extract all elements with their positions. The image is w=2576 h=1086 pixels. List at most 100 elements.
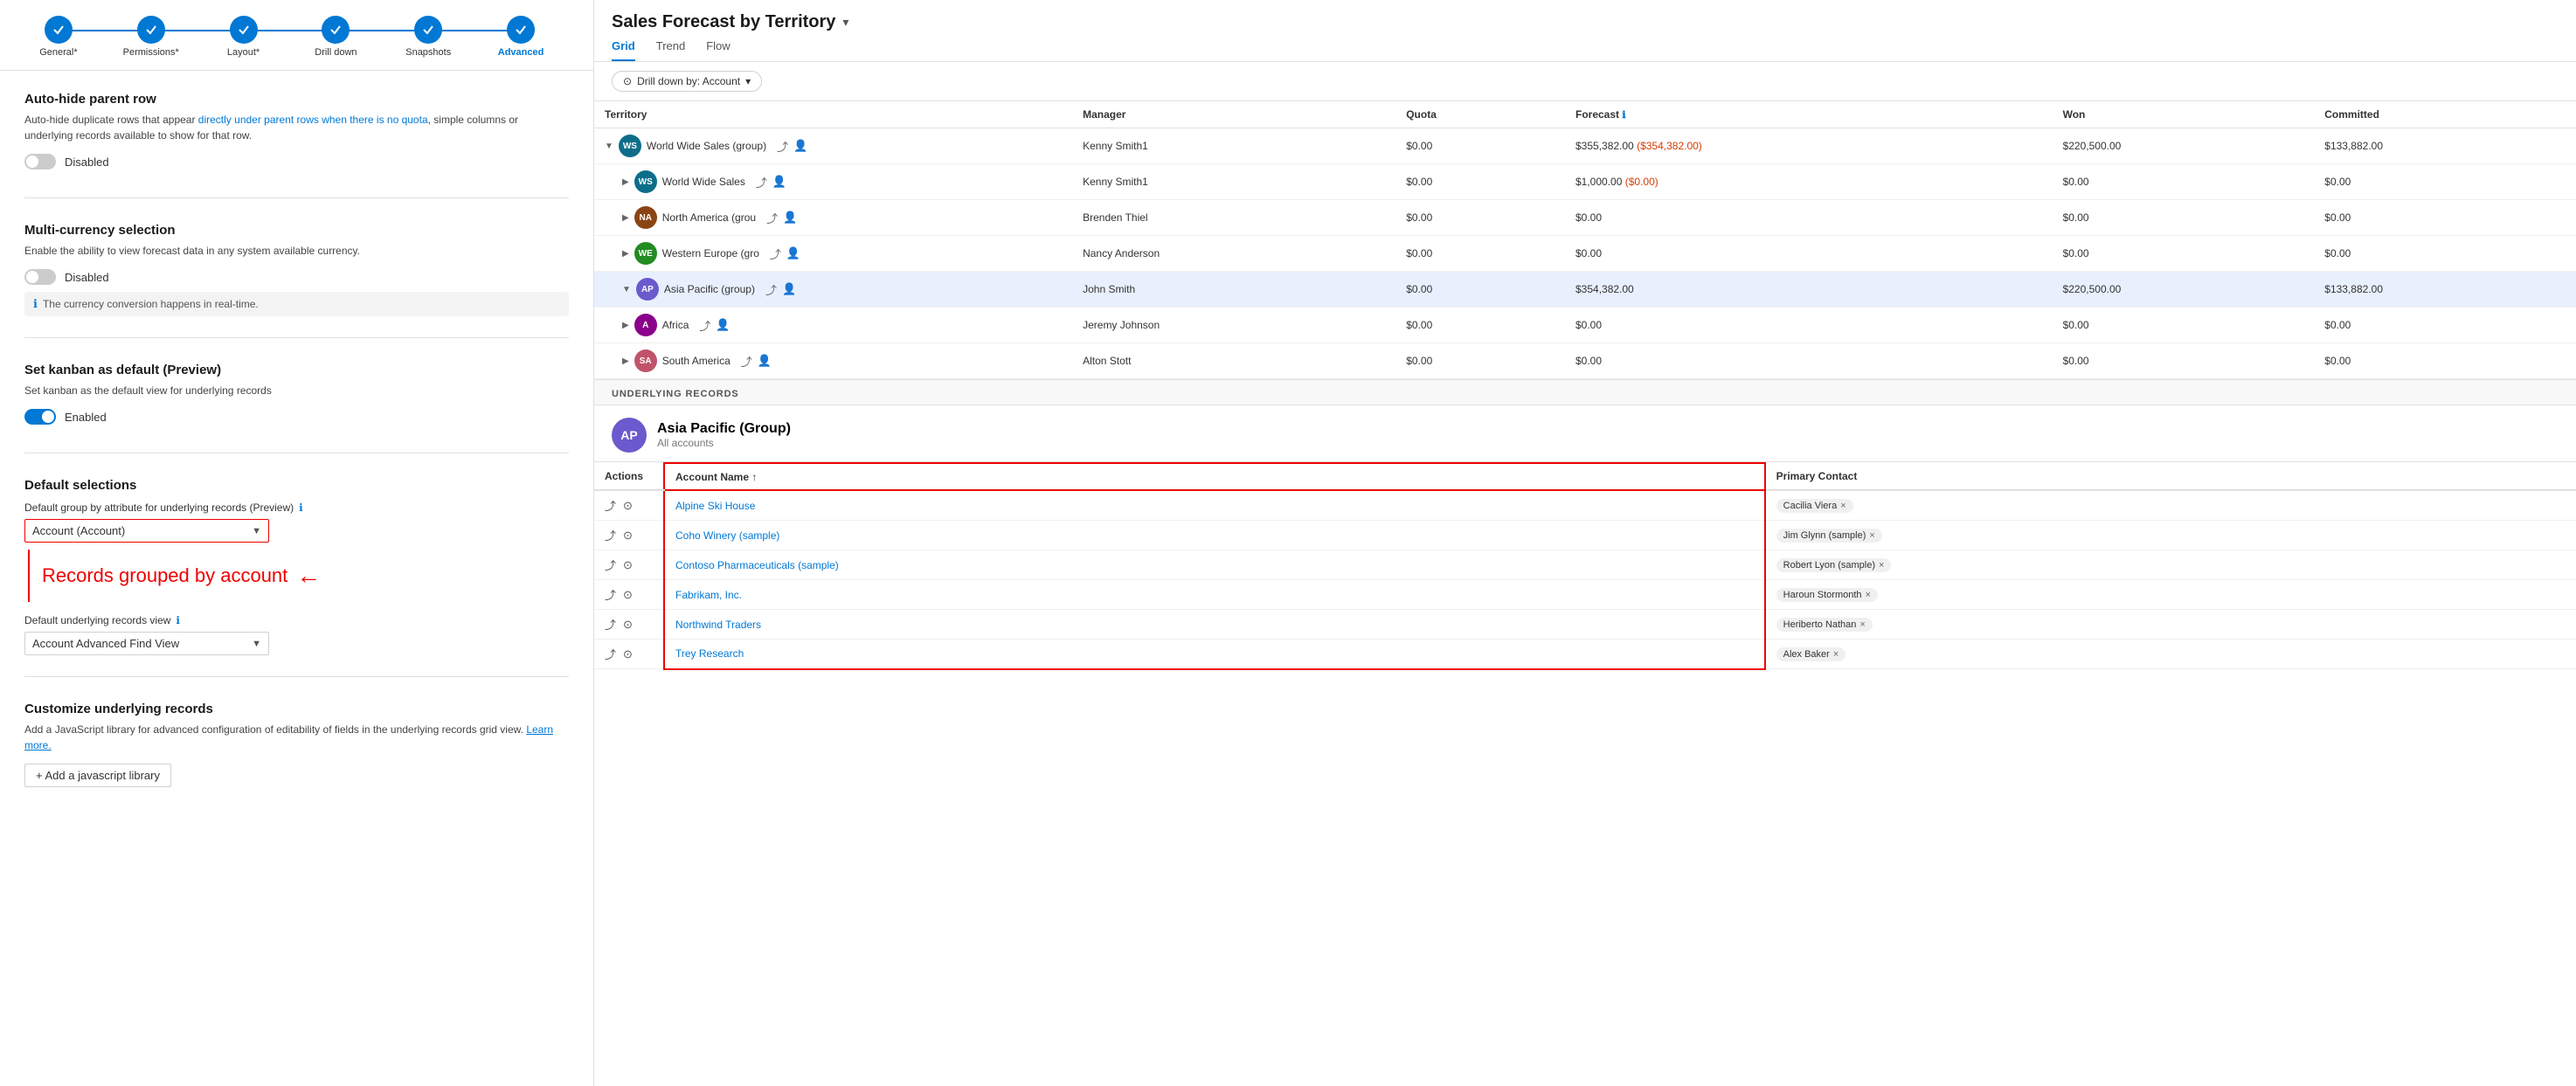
record-account-name[interactable]: Trey Research xyxy=(664,640,1765,669)
account-name-link[interactable]: Alpine Ski House xyxy=(675,500,755,512)
territory-cell-wws-group: ▼ WS World Wide Sales (group) ⤴ 👤 xyxy=(594,128,1072,164)
step-circle-advanced xyxy=(507,16,535,44)
account-name-link[interactable]: Coho Winery (sample) xyxy=(675,529,779,542)
multi-currency-toggle[interactable] xyxy=(24,269,56,285)
share-icon-africa[interactable]: ⤴ xyxy=(699,317,710,334)
record-more-icon[interactable]: ⊙ xyxy=(623,499,633,513)
records-table-header: Actions Account Name ↑ Primary Contact xyxy=(594,463,2576,490)
won-wws: $0.00 xyxy=(2053,164,2315,200)
share-icon-sa[interactable]: ⤴ xyxy=(741,353,752,370)
record-more-icon[interactable]: ⊙ xyxy=(623,618,633,632)
underlying-header: AP Asia Pacific (Group) All accounts xyxy=(594,405,2576,462)
tab-flow[interactable]: Flow xyxy=(706,39,730,61)
tab-grid[interactable]: Grid xyxy=(612,39,635,61)
forecast-wws-group: $355,382.00 ($354,382.00) xyxy=(1565,128,2053,164)
territory-name-we-group: Western Europe (gro xyxy=(662,247,759,259)
manager-ap-group: John Smith xyxy=(1072,272,1395,308)
record-more-icon[interactable]: ⊙ xyxy=(623,558,633,572)
contact-remove-btn[interactable]: × xyxy=(1869,530,1874,541)
underlying-group-name: Asia Pacific (Group) xyxy=(657,421,791,437)
wizard-steps: General* Permissions* Layout* Drill down… xyxy=(0,0,593,71)
contact-remove-btn[interactable]: × xyxy=(1859,619,1865,630)
record-more-icon[interactable]: ⊙ xyxy=(623,647,633,661)
wizard-step-general[interactable]: General* xyxy=(12,16,105,58)
forecast-row-we-group: ▶ WE Western Europe (gro ⤴ 👤 Nancy Ander… xyxy=(594,236,2576,272)
account-name-link[interactable]: Contoso Pharmaceuticals (sample) xyxy=(675,559,839,571)
group-dropdown[interactable]: Account (Account) ▼ xyxy=(24,519,269,543)
manager-na-group: Brenden Thiel xyxy=(1072,200,1395,236)
kanban-toggle[interactable] xyxy=(24,409,56,425)
contact-remove-btn[interactable]: × xyxy=(1879,560,1884,571)
quota-africa: $0.00 xyxy=(1395,308,1565,343)
customize-section: Customize underlying records Add a JavaS… xyxy=(24,702,569,808)
record-account-name[interactable]: Northwind Traders xyxy=(664,610,1765,640)
tab-trend[interactable]: Trend xyxy=(656,39,685,61)
record-row: ⤴ ⊙ Contoso Pharmaceuticals (sample) Rob… xyxy=(594,550,2576,580)
forecast-row-wws-group: ▼ WS World Wide Sales (group) ⤴ 👤 Kenny … xyxy=(594,128,2576,164)
records-table: Actions Account Name ↑ Primary Contact ⤴… xyxy=(594,462,2576,670)
record-account-name[interactable]: Coho Winery (sample) xyxy=(664,521,1765,550)
contact-remove-btn[interactable]: × xyxy=(1866,590,1871,600)
quota-wws-group: $0.00 xyxy=(1395,128,1565,164)
account-name-link[interactable]: Trey Research xyxy=(675,647,744,660)
col-committed: Committed xyxy=(2314,101,2576,128)
record-account-name[interactable]: Contoso Pharmaceuticals (sample) xyxy=(664,550,1765,580)
record-open-icon[interactable]: ⤴ xyxy=(605,497,616,514)
expand-sa[interactable]: ▶ xyxy=(622,356,629,366)
territory-name-wws: World Wide Sales xyxy=(662,176,745,188)
person-icon-na-group[interactable]: 👤 xyxy=(783,211,797,225)
add-javascript-button[interactable]: + Add a javascript library xyxy=(24,764,171,787)
expand-we-group[interactable]: ▶ xyxy=(622,249,629,259)
record-account-name[interactable]: Fabrikam, Inc. xyxy=(664,580,1765,610)
share-icon-wws-group[interactable]: ⤴ xyxy=(777,138,788,155)
share-icon-na-group[interactable]: ⤴ xyxy=(766,210,778,226)
record-open-icon[interactable]: ⤴ xyxy=(605,586,616,603)
col-forecast: Forecast ℹ xyxy=(1565,101,2053,128)
drill-down-button[interactable]: ⊙ Drill down by: Account ▾ xyxy=(612,71,762,92)
expand-ap-group[interactable]: ▼ xyxy=(622,285,631,294)
person-icon-africa[interactable]: 👤 xyxy=(716,318,730,332)
wizard-step-layout[interactable]: Layout* xyxy=(197,16,290,58)
person-icon-we-group[interactable]: 👤 xyxy=(786,246,800,260)
person-icon-sa[interactable]: 👤 xyxy=(758,354,772,368)
record-more-icon[interactable]: ⊙ xyxy=(623,588,633,602)
record-open-icon[interactable]: ⤴ xyxy=(605,616,616,633)
share-icon-we-group[interactable]: ⤴ xyxy=(770,246,781,262)
group-dropdown-arrow: ▼ xyxy=(252,526,261,536)
account-name-link[interactable]: Fabrikam, Inc. xyxy=(675,589,742,601)
account-name-link[interactable]: Northwind Traders xyxy=(675,619,761,631)
auto-hide-toggle[interactable] xyxy=(24,154,56,169)
forecast-title-chevron[interactable]: ▾ xyxy=(842,15,848,30)
committed-ap-group: $133,882.00 xyxy=(2314,272,2576,308)
contact-remove-btn[interactable]: × xyxy=(1833,649,1839,660)
expand-africa[interactable]: ▶ xyxy=(622,321,629,330)
person-icon-wws[interactable]: 👤 xyxy=(772,175,786,189)
record-row: ⤴ ⊙ Trey Research Alex Baker × xyxy=(594,640,2576,669)
contact-remove-btn[interactable]: × xyxy=(1840,501,1845,511)
person-icon-ap-group[interactable]: 👤 xyxy=(782,282,796,296)
default-selections-title: Default selections xyxy=(24,478,569,493)
manager-sa: Alton Stott xyxy=(1072,343,1395,379)
wizard-step-drilldown[interactable]: Drill down xyxy=(289,16,382,58)
wizard-step-advanced[interactable]: Advanced xyxy=(474,16,567,58)
view-dropdown[interactable]: Account Advanced Find View ▼ xyxy=(24,632,269,655)
record-open-icon[interactable]: ⤴ xyxy=(605,527,616,543)
wizard-step-snapshots[interactable]: Snapshots xyxy=(382,16,474,58)
expand-wws[interactable]: ▶ xyxy=(622,177,629,187)
step-circle-snapshots xyxy=(414,16,442,44)
record-more-icon[interactable]: ⊙ xyxy=(623,529,633,543)
won-na-group: $0.00 xyxy=(2053,200,2315,236)
share-icon-ap-group[interactable]: ⤴ xyxy=(765,281,777,298)
record-actions: ⤴ ⊙ xyxy=(594,640,664,669)
share-icon-wws[interactable]: ⤴ xyxy=(756,174,767,190)
record-open-icon[interactable]: ⤴ xyxy=(605,557,616,573)
col-quota: Quota xyxy=(1395,101,1565,128)
record-open-icon[interactable]: ⤴ xyxy=(605,646,616,662)
contact-name: Jim Glynn (sample) xyxy=(1783,530,1866,541)
contact-name: Alex Baker xyxy=(1783,649,1830,660)
wizard-step-permissions[interactable]: Permissions* xyxy=(105,16,197,58)
expand-wws-group[interactable]: ▼ xyxy=(605,142,613,151)
person-icon-wws-group[interactable]: 👤 xyxy=(793,139,807,153)
record-account-name[interactable]: Alpine Ski House xyxy=(664,490,1765,521)
expand-na-group[interactable]: ▶ xyxy=(622,213,629,223)
